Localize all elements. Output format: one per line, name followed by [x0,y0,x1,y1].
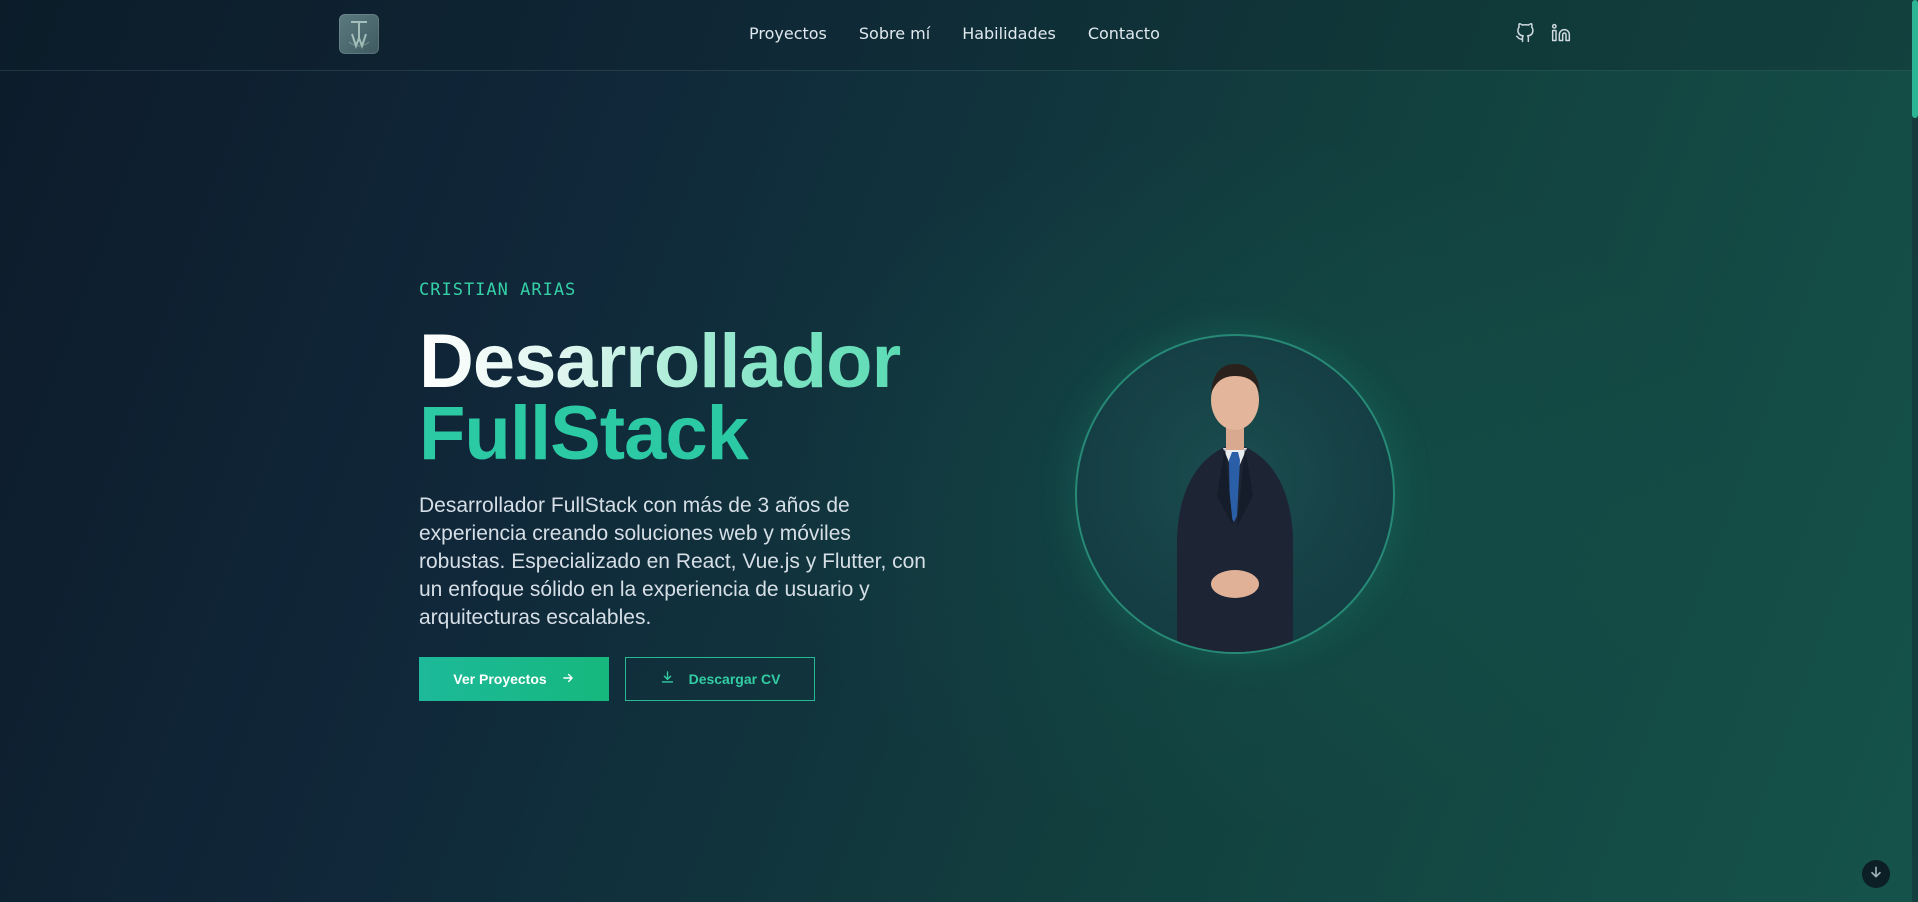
hero-title-line2: FullStack [419,391,749,476]
hero-title-line1: Desarrollador [419,324,939,400]
scrollbar-thumb[interactable] [1912,0,1918,118]
nav-link-contacto[interactable]: Contacto [1088,24,1160,43]
hero-content: CRISTIAN ARIAS Desarrollador FullStack D… [419,280,939,701]
download-icon [660,670,675,688]
arrow-right-icon [561,671,575,688]
nav-link-sobre-mi[interactable]: Sobre mí [859,24,930,43]
nav-link-habilidades[interactable]: Habilidades [962,24,1056,43]
scroll-down-button[interactable] [1862,860,1890,888]
download-cv-label: Descargar CV [688,671,781,687]
github-icon[interactable] [1514,22,1536,44]
hero-title: Desarrollador FullStack [419,324,939,476]
background-glow [0,0,1918,902]
site-logo[interactable] [339,14,379,54]
download-cv-button[interactable]: Descargar CV [625,657,815,701]
arrow-down-icon [1868,864,1884,884]
site-header: Proyectos Sobre mí Habilidades Contacto [0,0,1912,71]
hero-description: Desarrollador FullStack con más de 3 año… [419,494,926,629]
view-projects-button[interactable]: Ver Proyectos [419,657,609,701]
scrollbar-track[interactable] [1912,0,1918,902]
view-projects-label: Ver Proyectos [453,671,547,687]
profile-photo [1075,334,1395,654]
social-links [1514,22,1572,44]
nav-link-proyectos[interactable]: Proyectos [749,24,827,43]
hero-name: CRISTIAN ARIAS [419,280,577,300]
linkedin-icon[interactable] [1550,22,1572,44]
hero-actions: Ver Proyectos Descargar CV [419,657,939,701]
main-nav: Proyectos Sobre mí Habilidades Contacto [749,24,1160,43]
